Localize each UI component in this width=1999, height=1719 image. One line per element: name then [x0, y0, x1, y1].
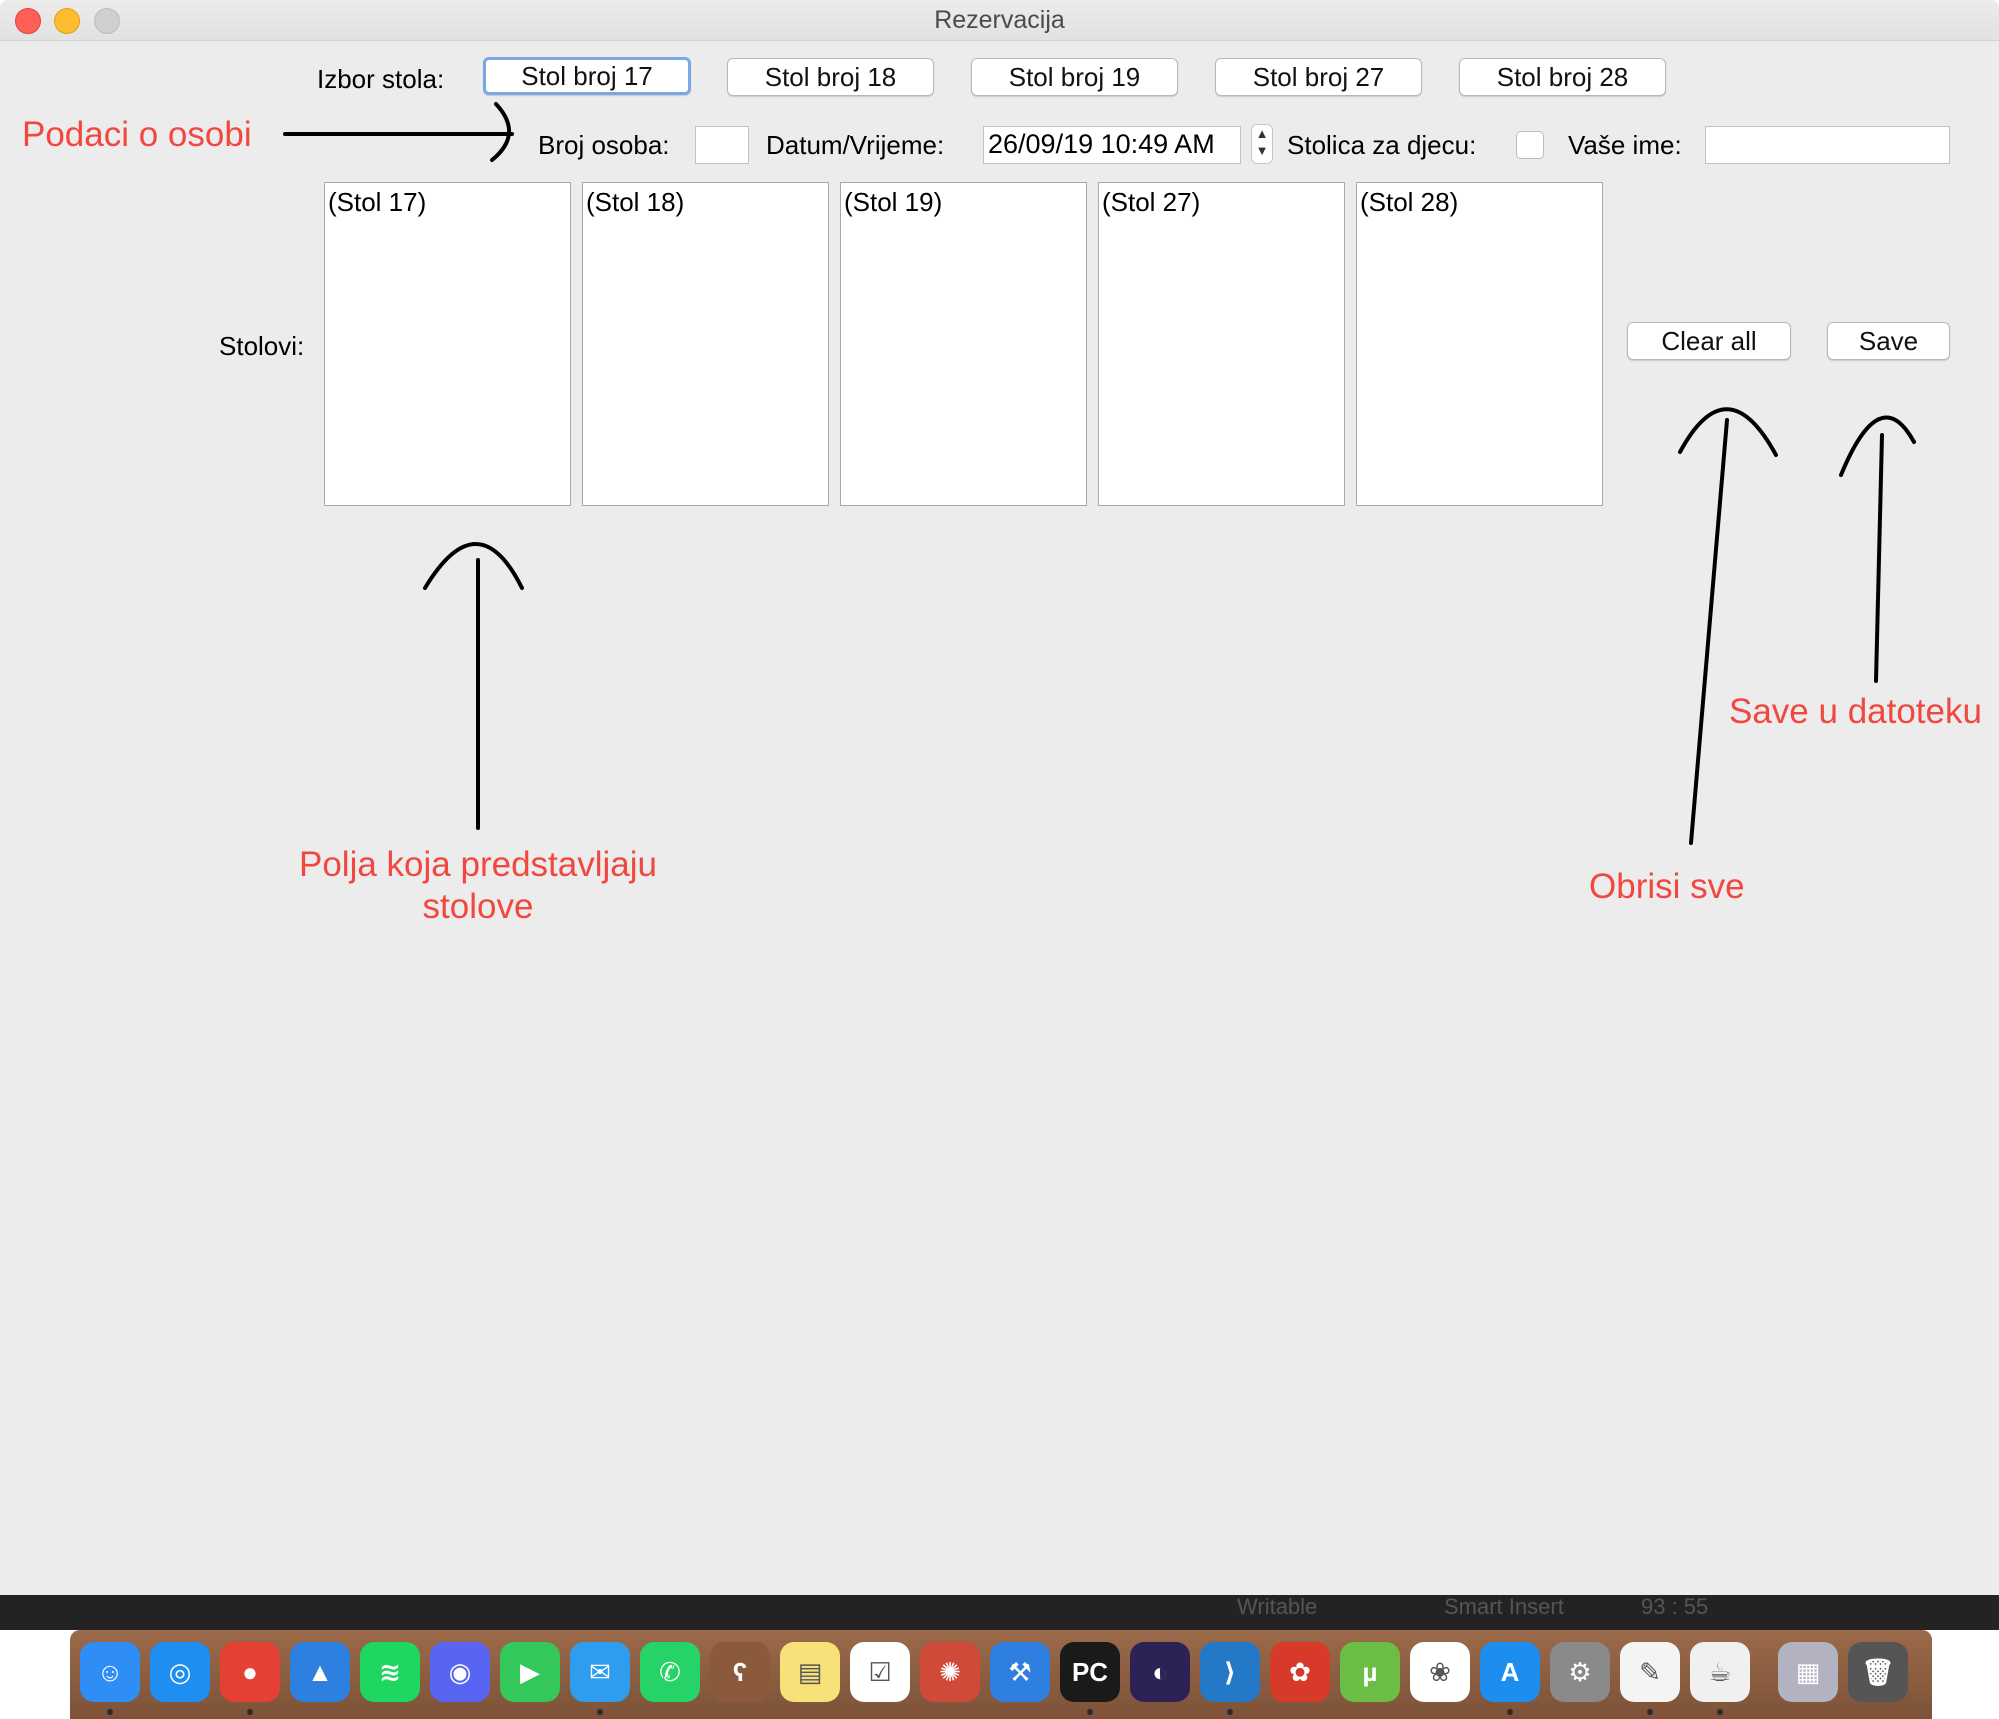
- vscode-icon[interactable]: ⟩: [1200, 1642, 1260, 1702]
- popcorn-time-icon[interactable]: ✿: [1270, 1642, 1330, 1702]
- status-position: 93 : 55: [1641, 1594, 1709, 1619]
- aperture-icon[interactable]: ✺: [920, 1642, 980, 1702]
- tables-note-line2: stolove: [422, 887, 534, 926]
- trash-icon[interactable]: 🗑: [1848, 1642, 1908, 1702]
- system-preferences-icon[interactable]: ⚙: [1550, 1642, 1610, 1702]
- running-indicator: [247, 1709, 253, 1715]
- photos-icon[interactable]: ❀: [1410, 1642, 1470, 1702]
- facetime-icon[interactable]: ▶: [500, 1642, 560, 1702]
- java-icon[interactable]: ☕: [1690, 1642, 1750, 1702]
- tables-note-line1: Polja koja predstavljaju: [299, 845, 657, 884]
- clear-arrow-line: [1689, 418, 1729, 845]
- notes-icon[interactable]: ▤: [780, 1642, 840, 1702]
- whatsapp-icon[interactable]: ✆: [640, 1642, 700, 1702]
- clear-note: Obrisi sve: [1589, 867, 1745, 906]
- running-indicator: [1717, 1709, 1723, 1715]
- pycharm-icon[interactable]: PC: [1060, 1642, 1120, 1702]
- save-note: Save u datoteku: [1729, 692, 1982, 731]
- safari-icon[interactable]: ◎: [150, 1642, 210, 1702]
- person-data-note: Podaci o osobi: [22, 115, 252, 154]
- clear-arrow-head: [1678, 407, 1778, 457]
- running-indicator: [107, 1709, 113, 1715]
- running-indicator: [597, 1709, 603, 1715]
- status-insert: Smart Insert: [1444, 1594, 1564, 1619]
- status-writable: Writable: [1237, 1594, 1318, 1619]
- running-indicator: [1227, 1709, 1233, 1715]
- app-store-icon[interactable]: A: [1480, 1642, 1540, 1702]
- spark-icon[interactable]: ▲: [290, 1642, 350, 1702]
- annotation-arrows: [283, 102, 1916, 845]
- running-indicator: [1647, 1709, 1653, 1715]
- tables-note: Polja koja predstavljaju stolove: [258, 845, 698, 927]
- reminders-icon[interactable]: ☑: [850, 1642, 910, 1702]
- save-arrow-line: [1874, 433, 1884, 683]
- utorrent-icon[interactable]: µ: [1340, 1642, 1400, 1702]
- save-arrow-head: [1839, 415, 1916, 477]
- tables-arrow-head: [423, 542, 524, 590]
- downloads-stack-icon[interactable]: ▦: [1778, 1642, 1838, 1702]
- xcode-icon[interactable]: ⚒: [990, 1642, 1050, 1702]
- discord-icon[interactable]: ◉: [430, 1642, 490, 1702]
- messages-icon[interactable]: ✉: [570, 1642, 630, 1702]
- textedit-icon[interactable]: ✎: [1620, 1642, 1680, 1702]
- running-indicator: [1507, 1709, 1513, 1715]
- chrome-icon[interactable]: ●: [220, 1642, 280, 1702]
- running-indicator: [1087, 1709, 1093, 1715]
- finder-icon[interactable]: ☺: [80, 1642, 140, 1702]
- bear-icon[interactable]: ʕ: [710, 1642, 770, 1702]
- eclipse-icon[interactable]: ◐: [1130, 1642, 1190, 1702]
- app-window: Rezervacija Izbor stola: Stol broj 17 St…: [0, 0, 1999, 1595]
- spotify-icon[interactable]: ≋: [360, 1642, 420, 1702]
